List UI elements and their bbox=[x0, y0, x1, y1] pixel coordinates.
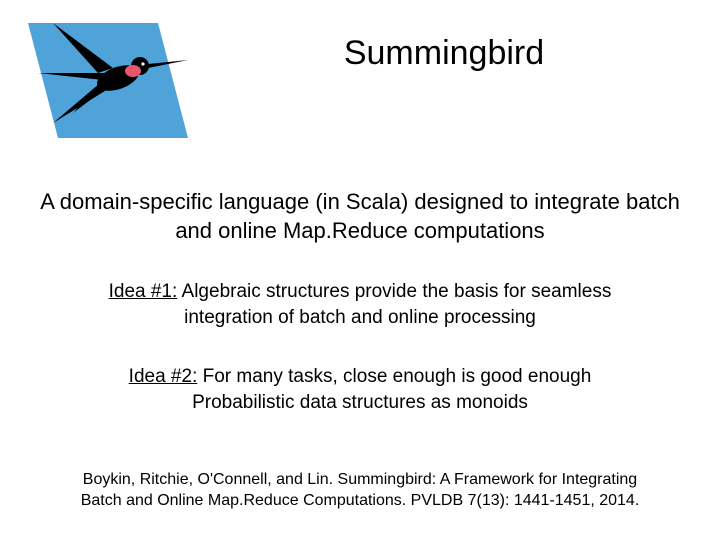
idea-1: Idea #1: Algebraic structures provide th… bbox=[80, 279, 640, 330]
idea-1-label: Idea #1: bbox=[109, 281, 178, 302]
idea-2: Idea #2: For many tasks, close enough is… bbox=[80, 364, 640, 415]
subtitle: A domain-specific language (in Scala) de… bbox=[40, 188, 680, 245]
citation: Boykin, Ritchie, O'Connell, and Lin. Sum… bbox=[70, 470, 650, 512]
summingbird-logo bbox=[8, 8, 208, 148]
idea-2-text-line2: Probabilistic data structures as monoids bbox=[192, 392, 528, 413]
idea-2-label: Idea #2: bbox=[129, 366, 198, 387]
header-row: Summingbird bbox=[0, 0, 720, 148]
idea-1-text: Algebraic structures provide the basis f… bbox=[177, 281, 611, 328]
page-title: Summingbird bbox=[208, 34, 720, 73]
idea-2-text-line1: For many tasks, close enough is good eno… bbox=[197, 366, 591, 387]
